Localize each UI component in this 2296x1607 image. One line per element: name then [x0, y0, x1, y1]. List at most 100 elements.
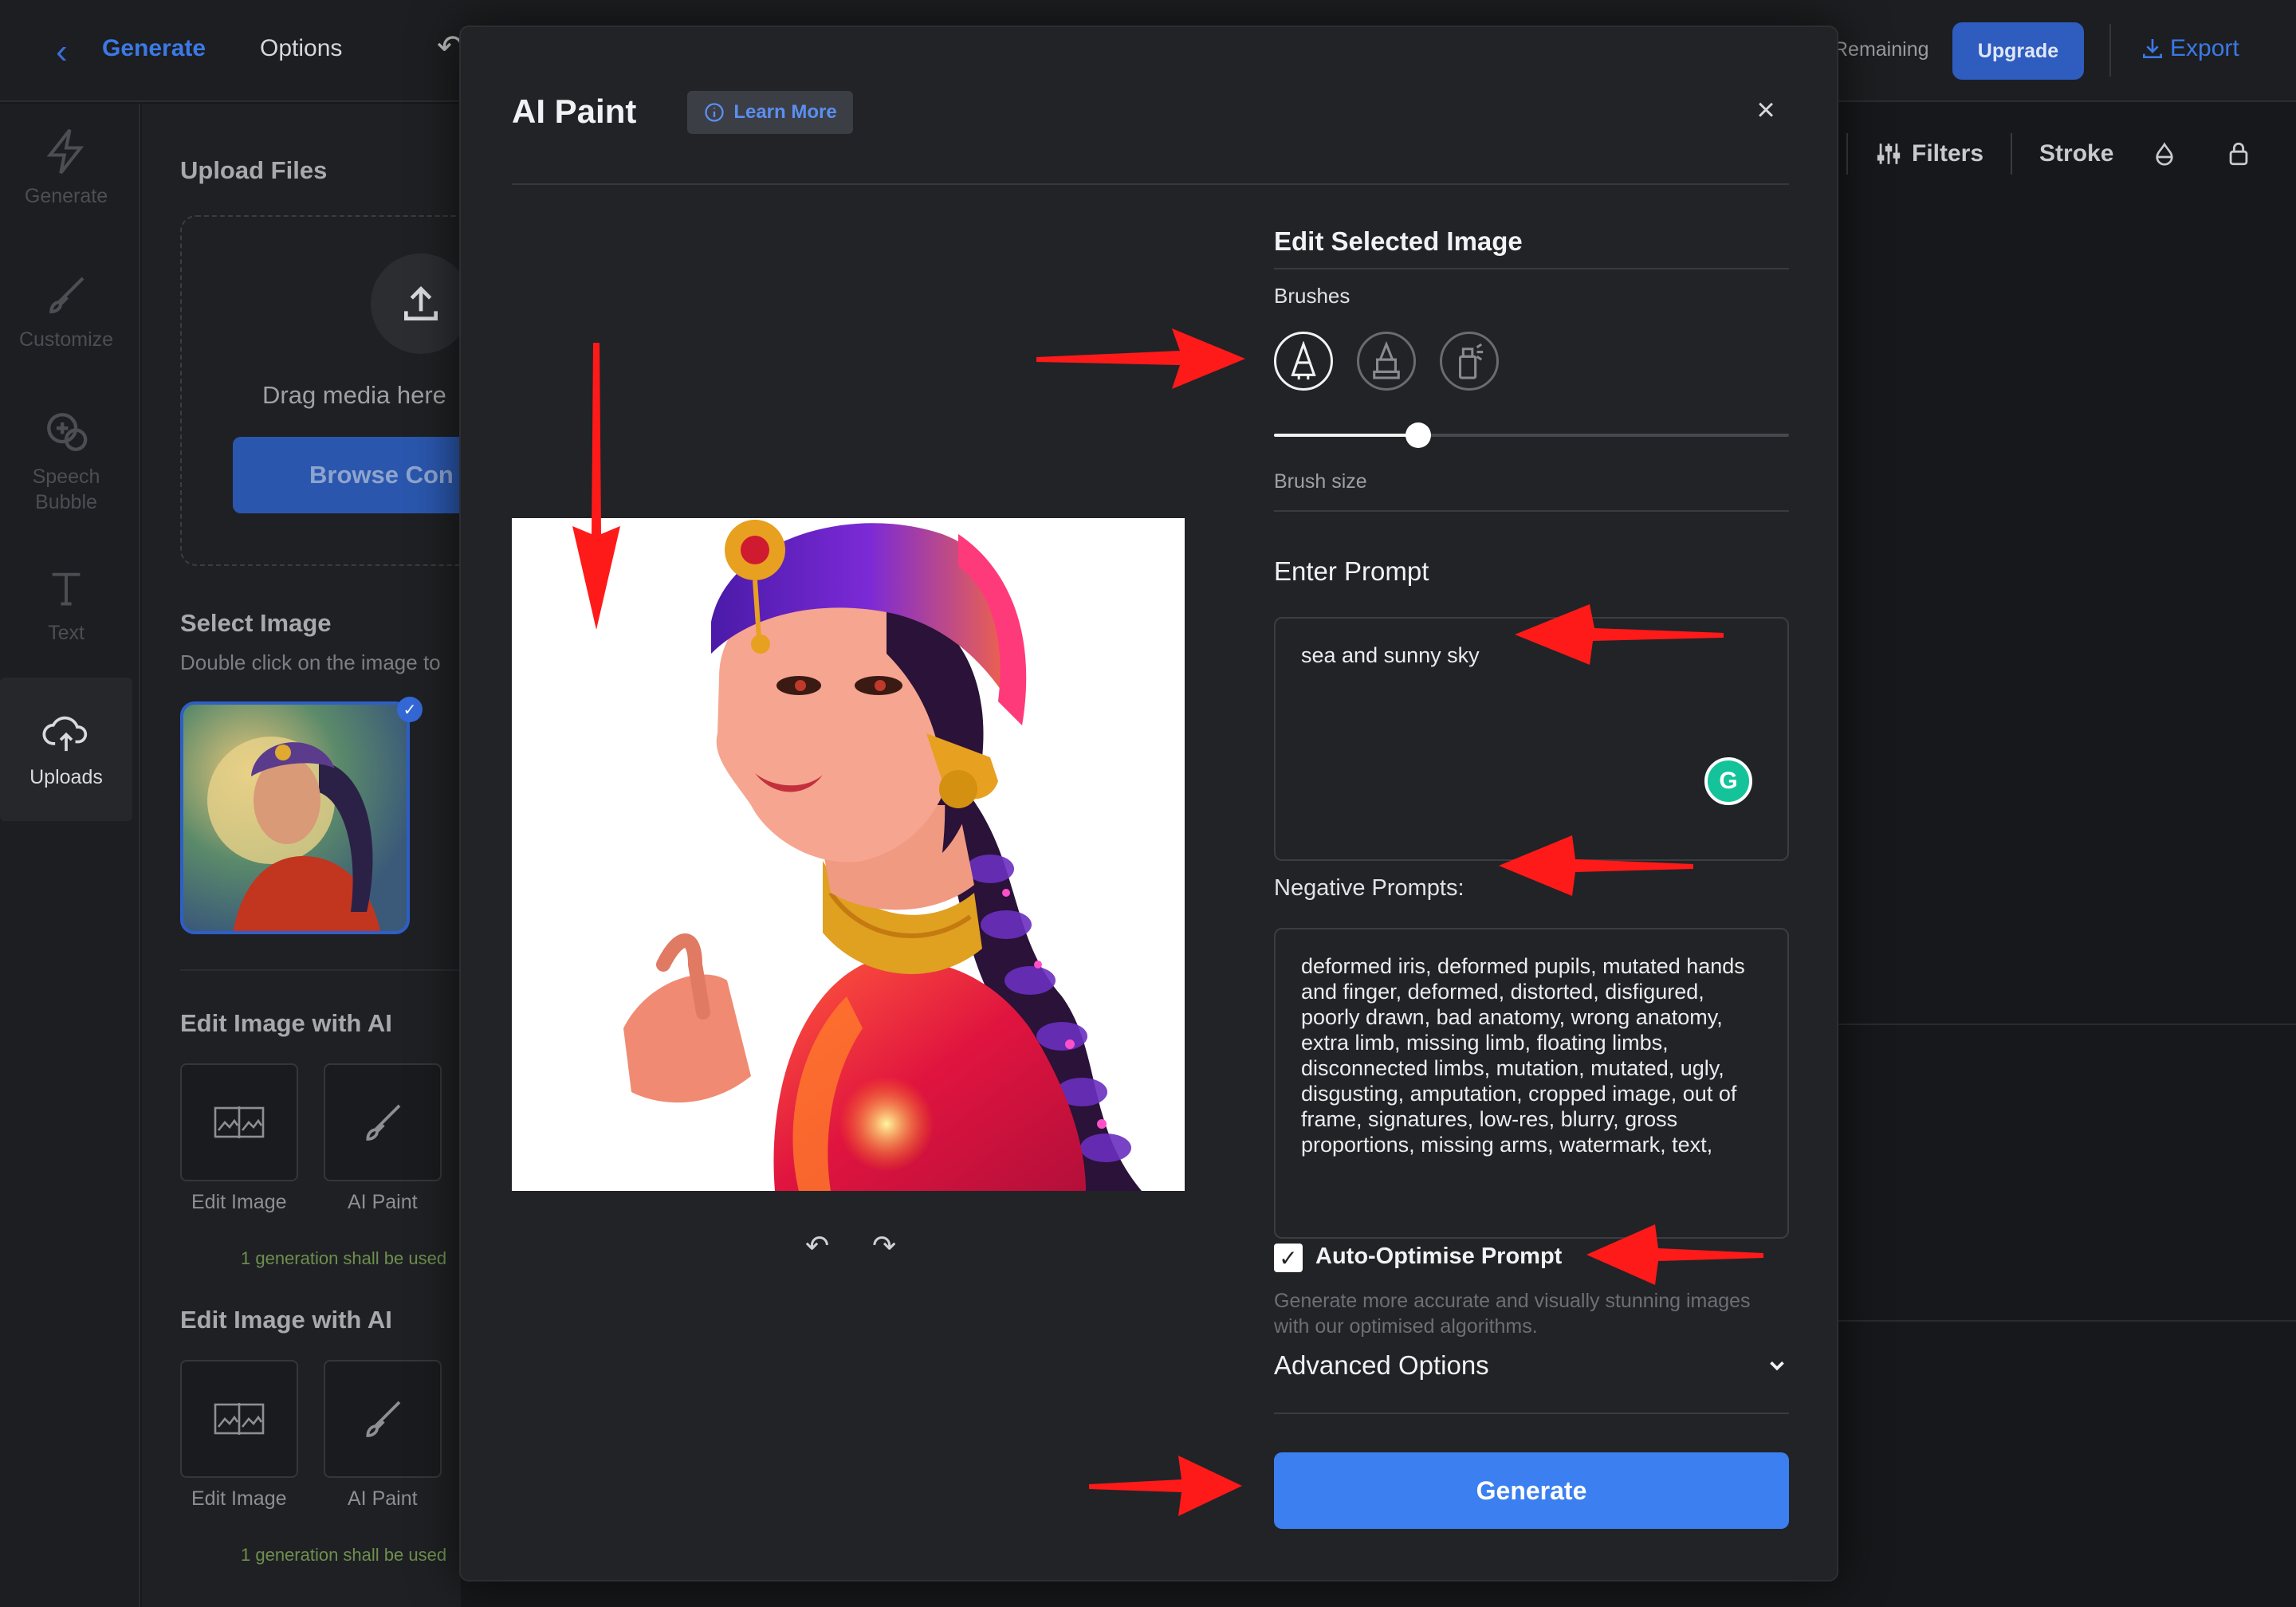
brush-icon — [366, 1104, 401, 1141]
filters-label: Filters — [1912, 140, 1984, 167]
rail-item-uploads[interactable]: Uploads — [0, 678, 132, 821]
rail-item-text[interactable]: Text — [0, 564, 132, 646]
image-edit-icon — [214, 1106, 265, 1138]
selected-check-icon: ✓ — [397, 697, 423, 722]
chevron-down-icon — [1770, 1361, 1784, 1371]
checkmark-icon: ✓ — [1279, 1245, 1298, 1271]
edit-image-label: Edit Image — [191, 1191, 287, 1213]
close-icon[interactable]: × — [1746, 92, 1786, 132]
ai-paint-modal: AI Paint Learn More × ↶ ↷ Edit Selected … — [459, 26, 1838, 1581]
rail-item-speech-bubble[interactable]: Speech Bubble — [0, 408, 132, 515]
select-image-hint: Double click on the image to — [180, 650, 441, 674]
brush-spray-button[interactable] — [1440, 332, 1499, 391]
export-button[interactable]: Export — [2140, 35, 2239, 62]
stroke-button[interactable]: Stroke — [2039, 140, 2113, 167]
learn-more-button[interactable]: Learn More — [687, 91, 853, 134]
brush-icon — [366, 1401, 401, 1437]
annotation-arrow-generate — [1089, 1456, 1242, 1516]
advanced-options-toggle[interactable]: Advanced Options — [1274, 1350, 1789, 1381]
left-rail: Generate Customize Speech Bubble Text Up… — [0, 104, 140, 1607]
generation-note: 1 generation shall be used — [241, 1248, 447, 1268]
upload-files-title: Upload Files — [180, 156, 328, 184]
advanced-options-label: Advanced Options — [1274, 1350, 1489, 1380]
brush-marker-button[interactable] — [1357, 332, 1416, 391]
toolstrip-divider — [2011, 133, 2013, 175]
marker-brush-icon — [1373, 341, 1400, 379]
rail-label: Generate — [24, 185, 108, 207]
canvas-toolstrip: Filters Stroke — [1830, 118, 2296, 190]
undo-stroke-icon[interactable]: ↶ — [805, 1229, 829, 1263]
panel-divider — [180, 969, 461, 971]
options-tab[interactable]: Options — [260, 35, 342, 62]
lock-icon — [2230, 142, 2248, 166]
ai-paint-label: AI Paint — [348, 1487, 418, 1510]
modal-title: AI Paint — [512, 92, 637, 130]
annotation-arrow-negative — [1499, 835, 1693, 896]
opacity-button[interactable] — [2152, 141, 2177, 167]
brush-size-fill — [1274, 434, 1418, 437]
filters-button[interactable]: Filters — [1875, 140, 1983, 167]
cloud-upload-icon — [42, 709, 90, 756]
stroke-label: Stroke — [2039, 140, 2114, 167]
redo-stroke-icon[interactable]: ↷ — [872, 1229, 896, 1263]
image-edit-icon — [214, 1403, 265, 1435]
upload-icon[interactable] — [371, 253, 471, 354]
toolstrip-divider — [1846, 133, 1848, 175]
text-icon — [42, 564, 90, 612]
generate-button[interactable]: Generate — [1274, 1452, 1789, 1529]
ai-paint-tool[interactable] — [324, 1063, 442, 1181]
brush-icon — [42, 271, 90, 319]
brushes-label: Brushes — [1274, 284, 1350, 308]
annotation-arrow-brushes — [1036, 328, 1245, 389]
select-image-title: Select Image — [180, 609, 332, 637]
auto-optimise-help: Generate more accurate and visually stun… — [1274, 1290, 1751, 1338]
download-icon — [2143, 39, 2162, 58]
speech-bubble-icon — [42, 408, 90, 456]
export-label: Export — [2170, 35, 2239, 61]
remaining-credits-text: Remaining — [1834, 38, 1929, 61]
auto-optimise-checkbox[interactable]: ✓ — [1274, 1244, 1303, 1272]
enter-prompt-heading: Enter Prompt — [1274, 556, 1429, 586]
rail-item-generate[interactable]: Generate — [0, 128, 132, 209]
annotation-arrow-canvas — [572, 343, 620, 630]
topbar-divider — [2109, 24, 2111, 77]
brush-size-label: Brush size — [1274, 470, 1367, 493]
edit-image-ai-title: Edit Image with AI — [180, 1009, 392, 1037]
pencil-brush-icon — [1291, 341, 1316, 380]
upgrade-button[interactable]: Upgrade — [1952, 22, 2084, 80]
heading-underline — [1274, 268, 1789, 269]
canvas-divider — [1837, 1320, 2296, 1322]
edit-image-label: Edit Image — [191, 1487, 287, 1510]
generation-note: 1 generation shall be used — [241, 1545, 447, 1565]
negative-prompts-label: Negative Prompts: — [1274, 875, 1464, 901]
brush-pencil-button[interactable] — [1274, 332, 1333, 391]
drag-media-text: Drag media here — [262, 381, 446, 409]
back-chevron-icon[interactable]: ‹ — [56, 32, 68, 72]
negative-prompts-input[interactable]: deformed iris, deformed pupils, mutated … — [1274, 928, 1789, 1239]
ai-paint-label: AI Paint — [348, 1191, 418, 1213]
rail-label: Speech Bubble — [32, 466, 100, 513]
rail-label: Text — [48, 622, 85, 644]
edit-image-tool[interactable] — [180, 1063, 298, 1181]
canvas-divider — [1837, 1024, 2296, 1025]
spray-brush-icon — [1459, 343, 1484, 379]
lock-button[interactable] — [2225, 140, 2252, 167]
rail-label: Customize — [18, 328, 114, 351]
grammarly-icon[interactable]: G — [1704, 757, 1752, 805]
info-icon — [705, 103, 724, 122]
modal-header-divider — [512, 183, 1789, 185]
browse-computer-button[interactable]: Browse Con — [233, 437, 472, 513]
edit-image-tool[interactable] — [180, 1360, 298, 1478]
brush-size-handle[interactable] — [1405, 422, 1431, 448]
ai-paint-tool[interactable] — [324, 1360, 442, 1478]
section-divider — [1274, 1413, 1789, 1414]
uploaded-image-thumbnail[interactable] — [180, 701, 410, 934]
back-to-generate-link[interactable]: Generate — [102, 35, 206, 62]
edit-selected-image-heading: Edit Selected Image — [1274, 226, 1523, 256]
edit-image-ai-title: Edit Image with AI — [180, 1306, 392, 1334]
drop-icon — [2156, 142, 2174, 166]
sliders-icon — [1877, 143, 1901, 164]
auto-optimise-label[interactable]: Auto-Optimise Prompt — [1315, 1244, 1562, 1270]
rail-item-customize[interactable]: Customize — [0, 271, 132, 352]
brush-size-slider[interactable] — [1274, 422, 1789, 448]
